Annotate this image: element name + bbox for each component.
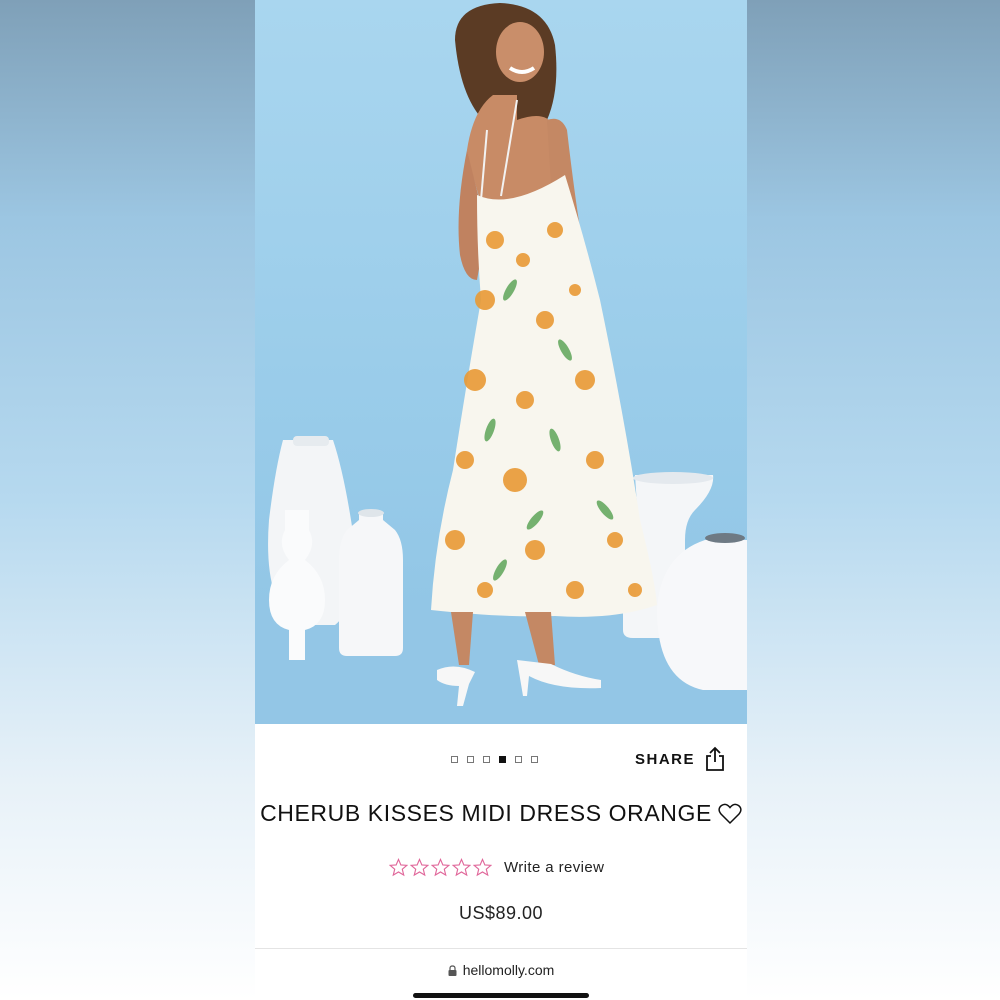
star-icon xyxy=(431,858,450,877)
divider xyxy=(255,948,747,949)
home-indicator[interactable] xyxy=(413,993,589,998)
product-image[interactable] xyxy=(255,0,747,724)
share-label: SHARE xyxy=(634,750,695,768)
browser-url-bar[interactable]: hellomolly.com xyxy=(255,962,747,978)
share-icon xyxy=(706,746,724,771)
star-rating[interactable] xyxy=(389,858,492,877)
lock-icon xyxy=(448,964,457,976)
url-text: hellomolly.com xyxy=(462,962,555,978)
phone-screen: SHARE CHERUB KISSES MIDI DRESS ORANGE Wr… xyxy=(255,0,747,1000)
carousel-dot[interactable] xyxy=(451,756,458,763)
star-icon xyxy=(389,858,408,877)
star-icon xyxy=(410,858,429,877)
star-icon xyxy=(452,858,471,877)
star-icon xyxy=(473,858,492,877)
write-review-link[interactable]: Write a review xyxy=(504,859,604,876)
heart-icon[interactable] xyxy=(718,803,742,825)
carousel-dot-active[interactable] xyxy=(499,756,506,763)
carousel-dot[interactable] xyxy=(515,756,522,763)
product-title-row: CHERUB KISSES MIDI DRESS ORANGE xyxy=(255,800,747,827)
product-title: CHERUB KISSES MIDI DRESS ORANGE xyxy=(260,800,712,826)
carousel-dot[interactable] xyxy=(531,756,538,763)
carousel-indicator xyxy=(451,756,538,763)
share-button[interactable]: SHARE xyxy=(635,746,725,772)
rating-row: Write a review xyxy=(389,858,604,877)
product-photo-illustration xyxy=(255,3,747,724)
carousel-dot[interactable] xyxy=(467,756,474,763)
product-price: US$89.00 xyxy=(458,903,544,923)
carousel-dot[interactable] xyxy=(483,756,490,763)
